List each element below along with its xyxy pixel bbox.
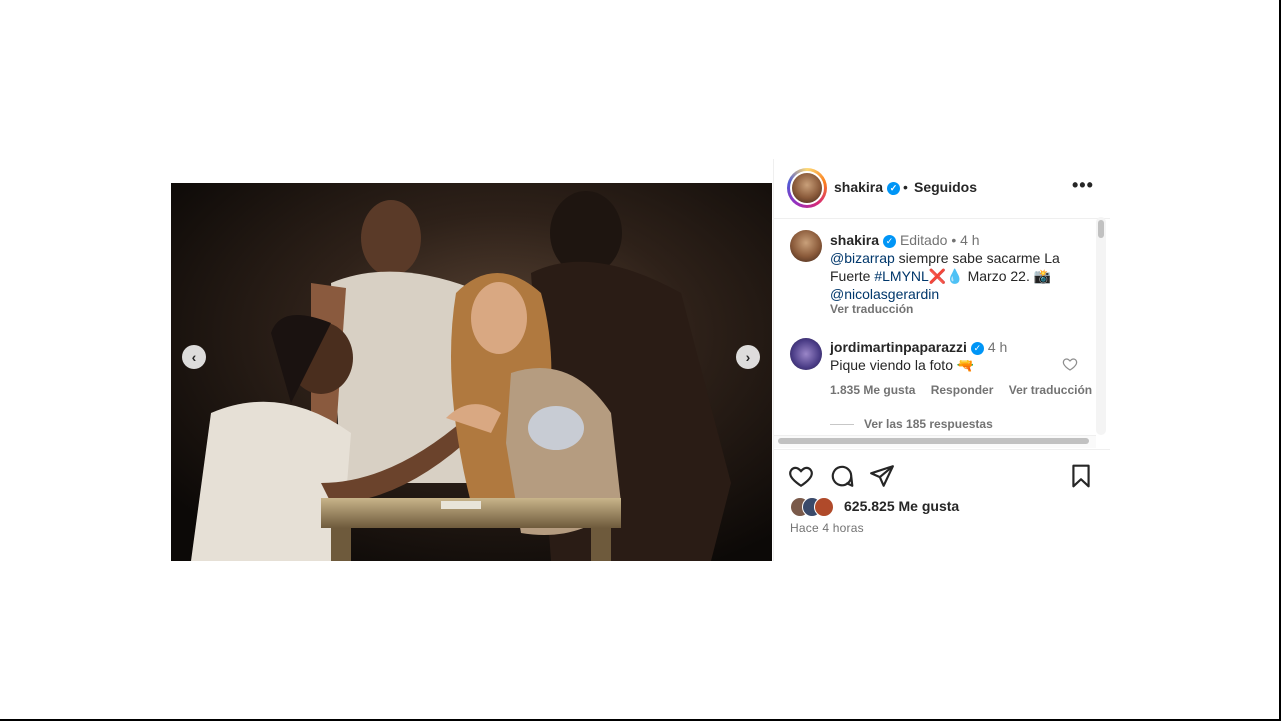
post-time-ago[interactable]: Hace 4 horas — [790, 521, 864, 535]
comment-meta: 1.835 Me gusta Responder Ver traducción — [830, 383, 1104, 397]
post-media: ‹ › — [171, 159, 772, 561]
view-replies-button[interactable]: Ver las 185 respuestas — [830, 417, 993, 431]
hashtag-lmynl[interactable]: #LMYNL — [874, 268, 928, 284]
follow-status-button[interactable]: Seguidos — [914, 179, 977, 195]
vertical-scrollbar[interactable] — [1096, 217, 1106, 435]
mention-bizarrap[interactable]: @bizarrap — [830, 250, 895, 266]
caption-emoji-2: 📸 — [1033, 268, 1052, 284]
save-bookmark-icon[interactable] — [1068, 463, 1094, 489]
author-username-text[interactable]: shakira — [834, 179, 883, 195]
post-likes-count[interactable]: 625.825 Me gusta — [844, 498, 959, 514]
comment-bubble-icon[interactable] — [829, 463, 855, 489]
caption-translate-link[interactable]: Ver traducción — [830, 302, 913, 316]
replies-divider — [830, 424, 854, 426]
caption-edited: Editado — [899, 232, 948, 248]
photo-illustration — [171, 183, 772, 561]
more-options-icon[interactable]: ••• — [1072, 175, 1094, 196]
post-side-panel: shakira ✓ • Seguidos ••• shakira ✓ Editado… — [773, 159, 1110, 561]
verified-badge-icon: ✓ — [883, 234, 897, 248]
post-actions: 625.825 Me gusta Hace 4 horas — [774, 449, 1110, 562]
comment-body: jordimartinpaparazzi ✓ 4 h Pique viendo l… — [830, 338, 1060, 374]
caption-avatar[interactable] — [790, 230, 822, 262]
like-heart-icon[interactable] — [788, 463, 814, 489]
view-replies-label[interactable]: Ver las 185 respuestas — [864, 417, 993, 431]
next-photo-button[interactable]: › — [736, 345, 760, 369]
previous-photo-button[interactable]: ‹ — [182, 345, 206, 369]
liker-avatar[interactable] — [814, 497, 834, 517]
verified-badge-icon: ✓ — [970, 341, 984, 355]
post-header: shakira ✓ • Seguidos ••• — [774, 159, 1110, 219]
comment-text: Pique viendo la foto — [830, 357, 957, 373]
comment-likes[interactable]: 1.835 Me gusta — [830, 383, 915, 397]
post-caption: shakira ✓ Editado • 4 h @bizarrap siempre… — [830, 231, 1080, 303]
comment-reply-button[interactable]: Responder — [931, 383, 994, 397]
caption-username[interactable]: shakira — [830, 232, 879, 248]
comment-avatar[interactable] — [790, 338, 822, 370]
horizontal-scrollbar-thumb[interactable] — [778, 438, 1089, 444]
comment-like-heart-icon[interactable] — [1062, 356, 1078, 372]
comment-username[interactable]: jordimartinpaparazzi — [830, 339, 967, 355]
header-separator: • — [903, 179, 908, 195]
verified-badge-icon: ✓ — [887, 181, 901, 195]
author-avatar-image — [790, 171, 824, 205]
comments-list[interactable]: shakira ✓ Editado • 4 h @bizarrap siempre… — [774, 219, 1110, 449]
post-photo[interactable] — [171, 183, 772, 561]
vertical-scrollbar-thumb[interactable] — [1098, 220, 1104, 238]
author-avatar[interactable] — [787, 168, 827, 208]
comment-time[interactable]: 4 h — [988, 339, 1007, 355]
caption-dot: • — [951, 232, 957, 248]
caption-time[interactable]: 4 h — [960, 232, 979, 248]
author-username[interactable]: shakira ✓ — [834, 179, 901, 195]
comment-translate-link[interactable]: Ver traducción — [1009, 383, 1092, 397]
share-send-icon[interactable] — [869, 463, 895, 489]
comment-emoji: 🔫 — [956, 357, 975, 373]
mention-nicolasgerardin[interactable]: @nicolasgerardin — [830, 286, 939, 302]
caption-text-2: Marzo 22. — [963, 268, 1034, 284]
caption-emoji-1: ❌💧 — [928, 268, 964, 284]
